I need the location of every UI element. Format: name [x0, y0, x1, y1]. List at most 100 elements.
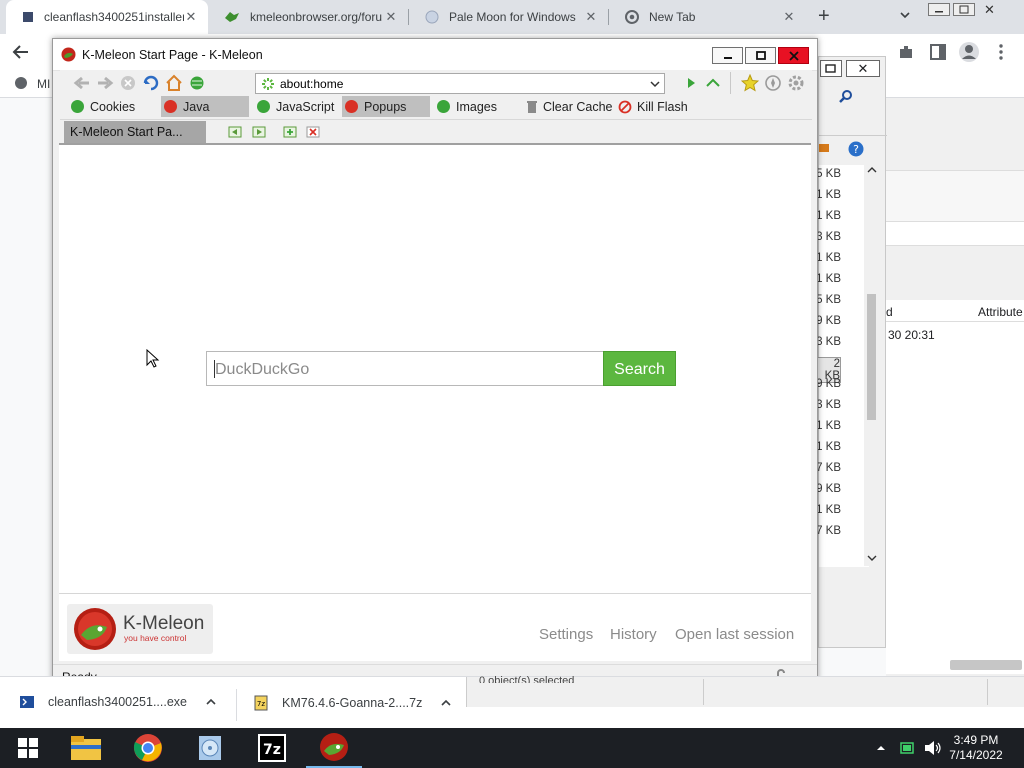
- close-icon[interactable]: ✕: [384, 10, 398, 24]
- windows-start-icon[interactable]: [0, 728, 56, 768]
- chevron-down-icon[interactable]: [898, 8, 912, 22]
- explorer-address-area: [886, 222, 1024, 246]
- chevron-down-icon[interactable]: [649, 79, 661, 89]
- button-label: Clear Cache: [543, 99, 613, 114]
- file-size-cell: 9 KB: [816, 315, 841, 327]
- new-tab-icon[interactable]: [283, 125, 297, 139]
- globe-icon[interactable]: [188, 74, 206, 92]
- kill-flash-button[interactable]: Kill Flash: [615, 96, 692, 117]
- new-tab-button[interactable]: +: [818, 5, 830, 28]
- file-explorer-icon[interactable]: [58, 728, 114, 768]
- tab-label: kmeleonbrowser.org/foru: [250, 10, 383, 24]
- clear-cache-button[interactable]: Clear Cache: [524, 96, 616, 117]
- close-icon[interactable]: ✕: [984, 2, 995, 18]
- go-arrow-icon[interactable]: [682, 74, 700, 92]
- size-column: 5 KB 1 KB 1 KB 3 KB 1 KB 1 KB 5 KB 9 KB 3 KB 2 KB…: [815, 165, 869, 567]
- close-icon[interactable]: ✕: [584, 10, 598, 24]
- close-icon[interactable]: ✕: [846, 60, 880, 77]
- close-button[interactable]: [778, 47, 809, 64]
- bookmark-star-icon[interactable]: [741, 74, 759, 92]
- cookies-toggle[interactable]: Cookies: [68, 96, 139, 117]
- javascript-toggle[interactable]: JavaScript: [254, 96, 338, 117]
- java-toggle[interactable]: Java: [161, 96, 249, 117]
- chevron-up-icon[interactable]: [440, 698, 452, 708]
- chrome-tab-palemoon[interactable]: Pale Moon for Windows ✕: [409, 0, 608, 34]
- popups-toggle[interactable]: Popups: [342, 96, 430, 117]
- profile-avatar-icon[interactable]: [958, 41, 980, 63]
- back-arrow-icon[interactable]: [12, 43, 30, 61]
- search-input[interactable]: DuckDuckGo: [206, 351, 603, 386]
- archive-icon: 7z: [254, 695, 268, 711]
- minimize-button[interactable]: [712, 47, 743, 64]
- kmeleon-logo[interactable]: K-Meleon you have control: [67, 604, 213, 654]
- file-size-cell: 5 KB: [816, 168, 841, 180]
- chevron-down-icon[interactable]: [867, 554, 877, 562]
- chevron-up-icon[interactable]: [205, 697, 217, 707]
- gear-icon[interactable]: [787, 74, 805, 92]
- help-icon[interactable]: ?: [848, 141, 864, 157]
- address-bar[interactable]: about:home: [255, 73, 665, 94]
- search-icon[interactable]: [839, 89, 853, 103]
- next-tab-icon[interactable]: [252, 125, 266, 139]
- vertical-scrollbar[interactable]: [864, 164, 880, 566]
- minimize-button[interactable]: [928, 3, 950, 16]
- download-item[interactable]: 7z KM76.4.6-Goanna-2....7z: [254, 695, 452, 711]
- toggle-label: Java: [183, 99, 210, 114]
- search-button[interactable]: Search: [603, 351, 676, 386]
- chevron-up-icon[interactable]: [867, 166, 877, 174]
- windows-taskbar: 7z 3:49 PM 7/14/2022: [0, 728, 1024, 768]
- bookmark-item[interactable]: MI: [37, 77, 50, 91]
- file-size-cell: 9 KB: [816, 483, 841, 495]
- chrome-tab-kmeleon-forum[interactable]: kmeleonbrowser.org/foru ✕: [208, 0, 408, 34]
- prev-tab-icon[interactable]: [228, 125, 242, 139]
- side-panel-icon[interactable]: [929, 43, 947, 61]
- 7zip-icon[interactable]: 7z: [244, 728, 300, 768]
- close-icon[interactable]: ✕: [782, 10, 796, 24]
- forward-arrow-icon[interactable]: [96, 74, 114, 92]
- close-icon[interactable]: ✕: [184, 10, 198, 24]
- volume-icon[interactable]: [924, 740, 942, 756]
- scrollbar-thumb[interactable]: [867, 294, 876, 420]
- close-tab-icon[interactable]: [306, 125, 320, 139]
- compass-icon[interactable]: [764, 74, 782, 92]
- media-player-icon[interactable]: [182, 728, 238, 768]
- column-header[interactable]: d: [886, 305, 893, 319]
- settings-link[interactable]: Settings: [539, 626, 593, 643]
- menu-dots-icon[interactable]: [996, 43, 1006, 61]
- maximize-button[interactable]: [820, 60, 842, 77]
- system-clock[interactable]: 3:49 PM 7/14/2022: [948, 733, 1004, 763]
- download-item[interactable]: cleanflash3400251....exe: [20, 695, 217, 709]
- divider: [703, 679, 704, 705]
- kmeleon-icon[interactable]: [306, 728, 362, 768]
- restore-button[interactable]: [953, 3, 975, 16]
- file-size-cell: 9 KB: [816, 378, 841, 390]
- svg-text:?: ?: [853, 143, 859, 156]
- chrome-icon: [625, 10, 639, 24]
- clock-time: 3:49 PM: [953, 733, 999, 747]
- tab-label: K-Meleon Start Pa...: [70, 125, 183, 139]
- images-toggle[interactable]: Images: [434, 96, 501, 117]
- horizontal-scrollbar[interactable]: [950, 660, 1022, 670]
- go-up-icon[interactable]: [704, 74, 722, 92]
- chrome-icon[interactable]: [120, 728, 176, 768]
- open-last-session-link[interactable]: Open last session: [675, 626, 794, 643]
- column-header-attribute[interactable]: Attribute: [978, 305, 1023, 319]
- chevron-up-icon[interactable]: [876, 744, 886, 752]
- chrome-tab-cleanflash[interactable]: cleanflash3400251installer ✕: [6, 0, 208, 34]
- home-icon[interactable]: [165, 74, 183, 92]
- kmeleon-titlebar[interactable]: K-Meleon Start Page - K-Meleon: [53, 39, 817, 71]
- extensions-icon[interactable]: [897, 43, 915, 61]
- history-link[interactable]: History: [610, 626, 657, 643]
- powershell-icon: [20, 695, 34, 709]
- reload-icon[interactable]: [142, 74, 160, 92]
- maximize-button[interactable]: [745, 47, 776, 64]
- clock-date: 7/14/2022: [949, 748, 1003, 762]
- back-arrow-icon[interactable]: [73, 74, 91, 92]
- window-title: K-Meleon Start Page - K-Meleon: [82, 48, 263, 62]
- stop-icon[interactable]: [119, 74, 137, 92]
- battery-icon[interactable]: [900, 741, 916, 755]
- tab-kmeleon-start-page[interactable]: K-Meleon Start Pa...: [64, 121, 206, 143]
- start-page-content: DuckDuckGo Search K-Meleon you have cont…: [59, 143, 811, 661]
- chrome-tab-newtab[interactable]: New Tab ✕: [609, 0, 806, 34]
- explorer-status-text: 0 object(s) selected: [479, 675, 575, 683]
